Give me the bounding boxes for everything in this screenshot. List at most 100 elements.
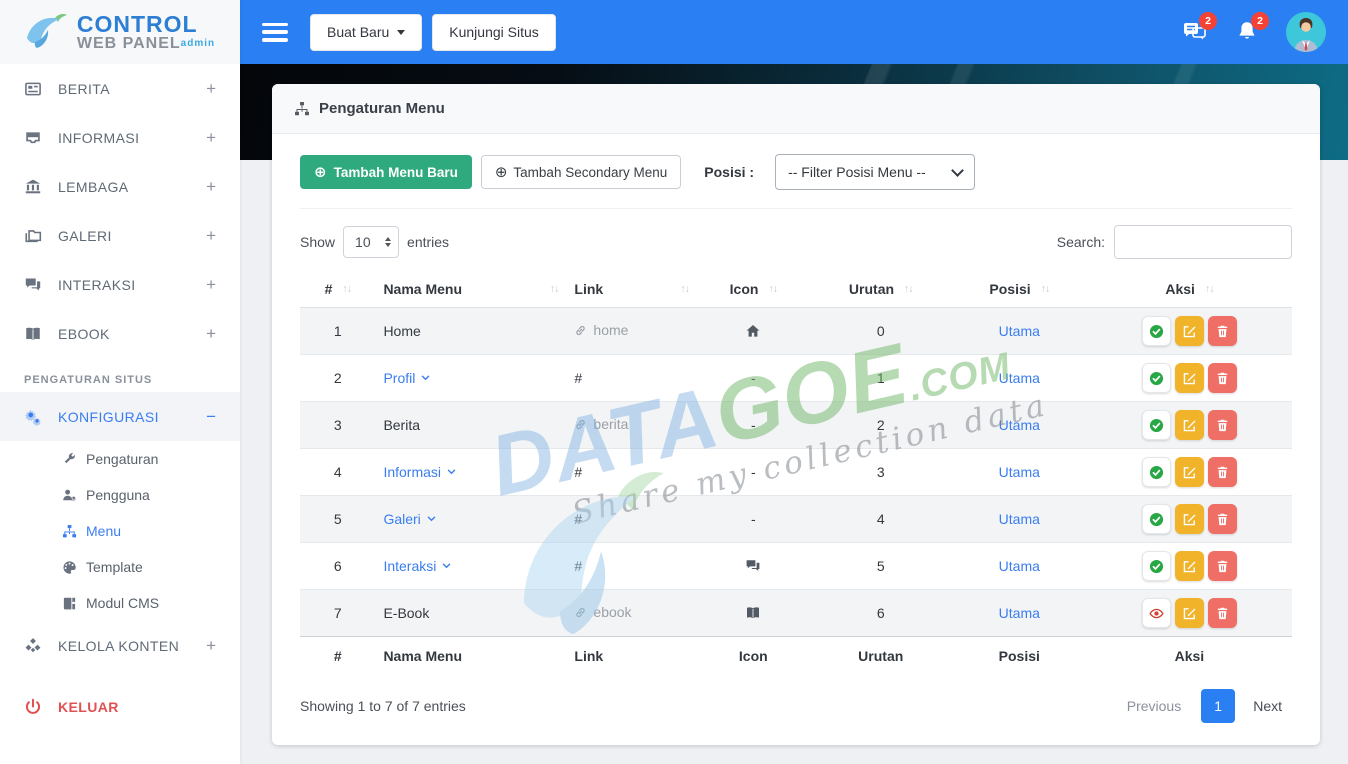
column-header-icon[interactable]: Icon↑↓ (697, 271, 810, 308)
posisi-link[interactable]: Utama (999, 323, 1040, 339)
sort-icon[interactable]: ↑↓ (1205, 283, 1214, 295)
delete-button[interactable] (1208, 316, 1237, 346)
menu-name-dropdown[interactable]: Interaksi (383, 558, 451, 574)
sort-icon[interactable]: ↑↓ (550, 283, 559, 295)
expand-plus-icon[interactable]: + (206, 128, 216, 148)
edit-button[interactable] (1175, 457, 1204, 487)
sidebar-subitem-pengaturan[interactable]: Pengaturan (0, 441, 240, 477)
sidebar-item-ebook[interactable]: EBOOK + (0, 309, 240, 358)
sidebar-item-label: KONFIGURASI (58, 409, 206, 425)
column-header-aksi: Aksi (1087, 637, 1292, 676)
sort-icon[interactable]: ↑↓ (342, 283, 351, 295)
expand-plus-icon[interactable]: + (206, 324, 216, 344)
column-header-posisi[interactable]: Posisi↑↓ (952, 271, 1087, 308)
no-icon: - (697, 355, 810, 402)
app-logo[interactable]: CONTROL WEB PANELadmin (0, 0, 240, 64)
sort-icon[interactable]: ↑↓ (680, 283, 689, 295)
search-input[interactable] (1114, 225, 1292, 259)
expand-plus-icon[interactable]: + (206, 177, 216, 197)
posisi-link[interactable]: Utama (999, 464, 1040, 480)
status-active-button[interactable] (1142, 363, 1171, 393)
sidebar-item-berita[interactable]: BERITA + (0, 64, 240, 113)
sort-icon[interactable]: ↑↓ (904, 283, 913, 295)
sidebar-subitem-pengguna[interactable]: Pengguna (0, 477, 240, 513)
column-header-urutan[interactable]: Urutan↑↓ (810, 271, 952, 308)
expand-plus-icon[interactable]: + (206, 275, 216, 295)
posisi-link[interactable]: Utama (999, 511, 1040, 527)
buat-baru-button[interactable]: Buat Baru (310, 14, 422, 51)
no-icon: - (697, 449, 810, 496)
sidebar-subitem-menu[interactable]: Menu (0, 513, 240, 549)
status-active-button[interactable] (1142, 410, 1171, 440)
pagination-next[interactable]: Next (1243, 692, 1292, 720)
column-header-#: # (300, 637, 375, 676)
edit-button[interactable] (1175, 316, 1204, 346)
edit-button[interactable] (1175, 410, 1204, 440)
posisi-link[interactable]: Utama (999, 417, 1040, 433)
delete-button[interactable] (1208, 410, 1237, 440)
posisi-link[interactable]: Utama (999, 370, 1040, 386)
sidebar-subitem-template[interactable]: Template (0, 549, 240, 585)
menu-toggle-icon[interactable] (262, 23, 288, 42)
delete-button[interactable] (1208, 504, 1237, 534)
menu-name-dropdown[interactable]: Informasi (383, 464, 456, 480)
column-header-nama-menu[interactable]: Nama Menu↑↓ (375, 271, 566, 308)
delete-button[interactable] (1208, 598, 1237, 628)
edit-button[interactable] (1175, 551, 1204, 581)
urutan-value: 5 (810, 543, 952, 590)
pagination-page-1[interactable]: 1 (1201, 689, 1235, 723)
status-active-button[interactable] (1142, 457, 1171, 487)
messages-button[interactable]: 2 (1182, 19, 1208, 45)
expand-plus-icon[interactable]: + (206, 79, 216, 99)
search-label: Search: (1057, 234, 1105, 250)
tambah-menu-baru-button[interactable]: ⊕ Tambah Menu Baru (300, 155, 472, 189)
notifications-button[interactable]: 2 (1234, 19, 1260, 45)
column-header-link[interactable]: Link↑↓ (566, 271, 696, 308)
edit-button[interactable] (1175, 504, 1204, 534)
filter-posisi-select[interactable]: -- Filter Posisi Menu -- (775, 154, 975, 190)
menu-name-dropdown[interactable]: Galeri (383, 511, 435, 527)
edit-button[interactable] (1175, 363, 1204, 393)
menu-link: home (566, 308, 696, 355)
edit-button[interactable] (1175, 598, 1204, 628)
sidebar-item-label: BERITA (58, 81, 206, 97)
status-active-button[interactable] (1142, 316, 1171, 346)
posisi-link[interactable]: Utama (999, 605, 1040, 621)
sort-icon[interactable]: ↑↓ (1041, 283, 1050, 295)
sidebar-item-konfigurasi[interactable]: KONFIGURASI − (0, 392, 240, 441)
sidebar-item-keluar[interactable]: KELUAR (0, 682, 240, 731)
page-length-select[interactable]: 10 (343, 226, 399, 258)
chevron-down-icon (951, 164, 964, 177)
spinner-icon (385, 237, 391, 247)
sidebar-item-informasi[interactable]: INFORMASI + (0, 113, 240, 162)
sidebar-item-kelola-konten[interactable]: KELOLA KONTEN + (0, 621, 240, 670)
sidebar-item-interaksi[interactable]: INTERAKSI + (0, 260, 240, 309)
expand-plus-icon[interactable]: + (206, 226, 216, 246)
logo-admin: admin (181, 38, 215, 49)
sidebar-item-galeri[interactable]: GALERI + (0, 211, 240, 260)
column-header-link: Link (566, 637, 696, 676)
column-header-aksi[interactable]: Aksi↑↓ (1087, 271, 1292, 308)
collapse-minus-icon[interactable]: − (206, 407, 216, 427)
user-avatar[interactable] (1286, 12, 1326, 52)
sidebar: CONTROL WEB PANELadmin BERITA + INFORMAS… (0, 0, 240, 764)
delete-button[interactable] (1208, 363, 1237, 393)
column-header-#[interactable]: #↑↓ (300, 271, 375, 308)
status-hidden-button[interactable] (1142, 598, 1171, 628)
kunjungi-situs-button[interactable]: Kunjungi Situs (432, 14, 556, 51)
tambah-secondary-menu-button[interactable]: ⊕ Tambah Secondary Menu (481, 155, 681, 189)
sort-icon[interactable]: ↑↓ (768, 283, 777, 295)
sidebar-subitem-modul-cms[interactable]: Modul CMS (0, 585, 240, 621)
row-number: 4 (300, 449, 375, 496)
sidebar-item-lembaga[interactable]: LEMBAGA + (0, 162, 240, 211)
menu-name-dropdown[interactable]: Profil (383, 370, 430, 386)
pagination-previous[interactable]: Previous (1115, 692, 1193, 720)
status-active-button[interactable] (1142, 504, 1171, 534)
delete-button[interactable] (1208, 457, 1237, 487)
delete-button[interactable] (1208, 551, 1237, 581)
table-foot: #Nama MenuLinkIconUrutanPosisiAksi (300, 637, 1292, 676)
plus-circle-icon: ⊕ (495, 165, 508, 180)
posisi-link[interactable]: Utama (999, 558, 1040, 574)
status-active-button[interactable] (1142, 551, 1171, 581)
expand-plus-icon[interactable]: + (206, 636, 216, 656)
